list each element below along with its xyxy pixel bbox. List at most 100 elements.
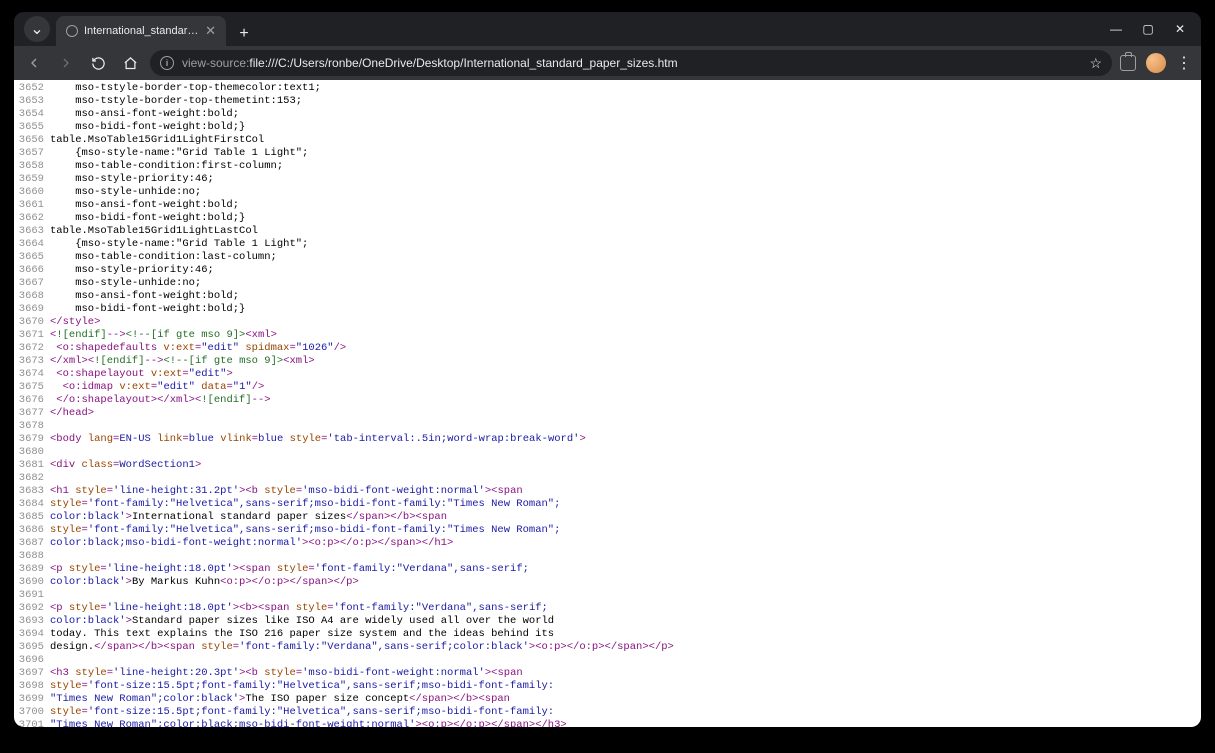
window-controls: — ▢ ✕	[1095, 12, 1201, 46]
back-button[interactable]	[22, 51, 46, 75]
line-code: </xml><![endif]--><!--[if gte mso 9]><xm…	[50, 355, 1201, 368]
source-line: 3661 mso-ansi-font-weight:bold;	[14, 199, 1201, 212]
line-number: 3667	[14, 277, 50, 290]
source-line: 3653 mso-tstyle-border-top-themetint:153…	[14, 95, 1201, 108]
page-viewport[interactable]: 3652 mso-tstyle-border-top-themecolor:te…	[14, 80, 1201, 727]
line-number: 3673	[14, 355, 50, 368]
profile-avatar[interactable]	[1146, 53, 1166, 73]
source-line: 3701"Times New Roman";color:black;mso-bi…	[14, 719, 1201, 727]
source-line: 3678	[14, 420, 1201, 433]
line-code: <p style='line-height:18.0pt'><b><span s…	[50, 602, 1201, 615]
line-code: color:black'>By Markus Kuhn<o:p></o:p></…	[50, 576, 1201, 589]
line-code	[50, 472, 1201, 485]
source-line: 3693color:black'>Standard paper sizes li…	[14, 615, 1201, 628]
forward-button[interactable]	[54, 51, 78, 75]
line-code: style='font-family:"Helvetica",sans-seri…	[50, 498, 1201, 511]
new-tab-button[interactable]: +	[232, 22, 256, 46]
line-number: 3675	[14, 381, 50, 394]
url-text: view-source:file:///C:/Users/ronbe/OneDr…	[182, 56, 678, 70]
maximize-button[interactable]: ▢	[1141, 22, 1155, 36]
line-code: <o:shapelayout v:ext="edit">	[50, 368, 1201, 381]
line-number: 3654	[14, 108, 50, 121]
line-code: style='font-size:15.5pt;font-family:"Hel…	[50, 680, 1201, 693]
source-line: 3681<div class=WordSection1>	[14, 459, 1201, 472]
source-line: 3685color:black'>International standard …	[14, 511, 1201, 524]
tab-strip: ⌄ International_standard_paper_s ✕ + — ▢…	[14, 12, 1201, 46]
line-number: 3655	[14, 121, 50, 134]
line-number: 3690	[14, 576, 50, 589]
site-info-icon[interactable]: i	[160, 56, 174, 70]
source-line: 3672 <o:shapedefaults v:ext="edit" spidm…	[14, 342, 1201, 355]
line-number: 3660	[14, 186, 50, 199]
line-code: table.MsoTable15Grid1LightLastCol	[50, 225, 1201, 238]
source-line: 3676 </o:shapelayout></xml><![endif]-->	[14, 394, 1201, 407]
source-line: 3674 <o:shapelayout v:ext="edit">	[14, 368, 1201, 381]
line-number: 3656	[14, 134, 50, 147]
line-number: 3658	[14, 160, 50, 173]
source-line: 3697<h3 style='line-height:20.3pt'><b st…	[14, 667, 1201, 680]
source-line: 3665 mso-table-condition:last-column;	[14, 251, 1201, 264]
line-number: 3687	[14, 537, 50, 550]
line-code: <p style='line-height:18.0pt'><span styl…	[50, 563, 1201, 576]
tab-search-button[interactable]: ⌄	[24, 16, 50, 42]
line-code: <o:shapedefaults v:ext="edit" spidmax="1…	[50, 342, 1201, 355]
line-code: <h1 style='line-height:31.2pt'><b style=…	[50, 485, 1201, 498]
source-line: 3655 mso-bidi-font-weight:bold;}	[14, 121, 1201, 134]
line-number: 3668	[14, 290, 50, 303]
line-number: 3672	[14, 342, 50, 355]
source-line: 3667 mso-style-unhide:no;	[14, 277, 1201, 290]
line-code: "Times New Roman";color:black;mso-bidi-f…	[50, 719, 1201, 727]
reload-button[interactable]	[86, 51, 110, 75]
line-number: 3659	[14, 173, 50, 186]
menu-icon[interactable]: ⋮	[1176, 53, 1193, 73]
source-line: 3662 mso-bidi-font-weight:bold;}	[14, 212, 1201, 225]
source-line: 3683<h1 style='line-height:31.2pt'><b st…	[14, 485, 1201, 498]
line-number: 3682	[14, 472, 50, 485]
close-window-button[interactable]: ✕	[1173, 22, 1187, 36]
line-code	[50, 446, 1201, 459]
close-tab-icon[interactable]: ✕	[205, 23, 216, 39]
home-button[interactable]	[118, 51, 142, 75]
line-code: mso-style-unhide:no;	[50, 186, 1201, 199]
line-number: 3701	[14, 719, 50, 727]
line-code: mso-bidi-font-weight:bold;}	[50, 212, 1201, 225]
line-code: mso-table-condition:first-column;	[50, 160, 1201, 173]
address-bar[interactable]: i view-source:file:///C:/Users/ronbe/One…	[150, 50, 1112, 76]
line-number: 3678	[14, 420, 50, 433]
source-line: 3657 {mso-style-name:"Grid Table 1 Light…	[14, 147, 1201, 160]
line-code: mso-ansi-font-weight:bold;	[50, 290, 1201, 303]
bookmark-icon[interactable]: ☆	[1089, 55, 1102, 72]
line-number: 3689	[14, 563, 50, 576]
line-code: color:black;mso-bidi-font-weight:normal'…	[50, 537, 1201, 550]
source-line: 3670</style>	[14, 316, 1201, 329]
line-number: 3693	[14, 615, 50, 628]
line-number: 3679	[14, 433, 50, 446]
source-line: 3682	[14, 472, 1201, 485]
source-line: 3691	[14, 589, 1201, 602]
browser-window: ⌄ International_standard_paper_s ✕ + — ▢…	[14, 12, 1201, 727]
minimize-button[interactable]: —	[1109, 22, 1123, 36]
line-number: 3697	[14, 667, 50, 680]
line-code: style='font-size:15.5pt;font-family:"Hel…	[50, 706, 1201, 719]
source-line: 3687color:black;mso-bidi-font-weight:nor…	[14, 537, 1201, 550]
source-line: 3660 mso-style-unhide:no;	[14, 186, 1201, 199]
line-code: </o:shapelayout></xml><![endif]-->	[50, 394, 1201, 407]
line-number: 3662	[14, 212, 50, 225]
source-line: 3684style='font-family:"Helvetica",sans-…	[14, 498, 1201, 511]
line-code	[50, 550, 1201, 563]
line-number: 3686	[14, 524, 50, 537]
extensions-icon[interactable]	[1120, 55, 1136, 71]
source-line: 3666 mso-style-priority:46;	[14, 264, 1201, 277]
source-line: 3688	[14, 550, 1201, 563]
source-line: 3694today. This text explains the ISO 21…	[14, 628, 1201, 641]
source-line: 3679<body lang=EN-US link=blue vlink=blu…	[14, 433, 1201, 446]
line-number: 3691	[14, 589, 50, 602]
tab-title: International_standard_paper_s	[84, 25, 199, 37]
source-line: 3658 mso-table-condition:first-column;	[14, 160, 1201, 173]
line-code: table.MsoTable15Grid1LightFirstCol	[50, 134, 1201, 147]
line-number: 3653	[14, 95, 50, 108]
browser-tab[interactable]: International_standard_paper_s ✕	[56, 16, 226, 46]
line-number: 3676	[14, 394, 50, 407]
line-code	[50, 654, 1201, 667]
line-code: mso-style-priority:46;	[50, 173, 1201, 186]
